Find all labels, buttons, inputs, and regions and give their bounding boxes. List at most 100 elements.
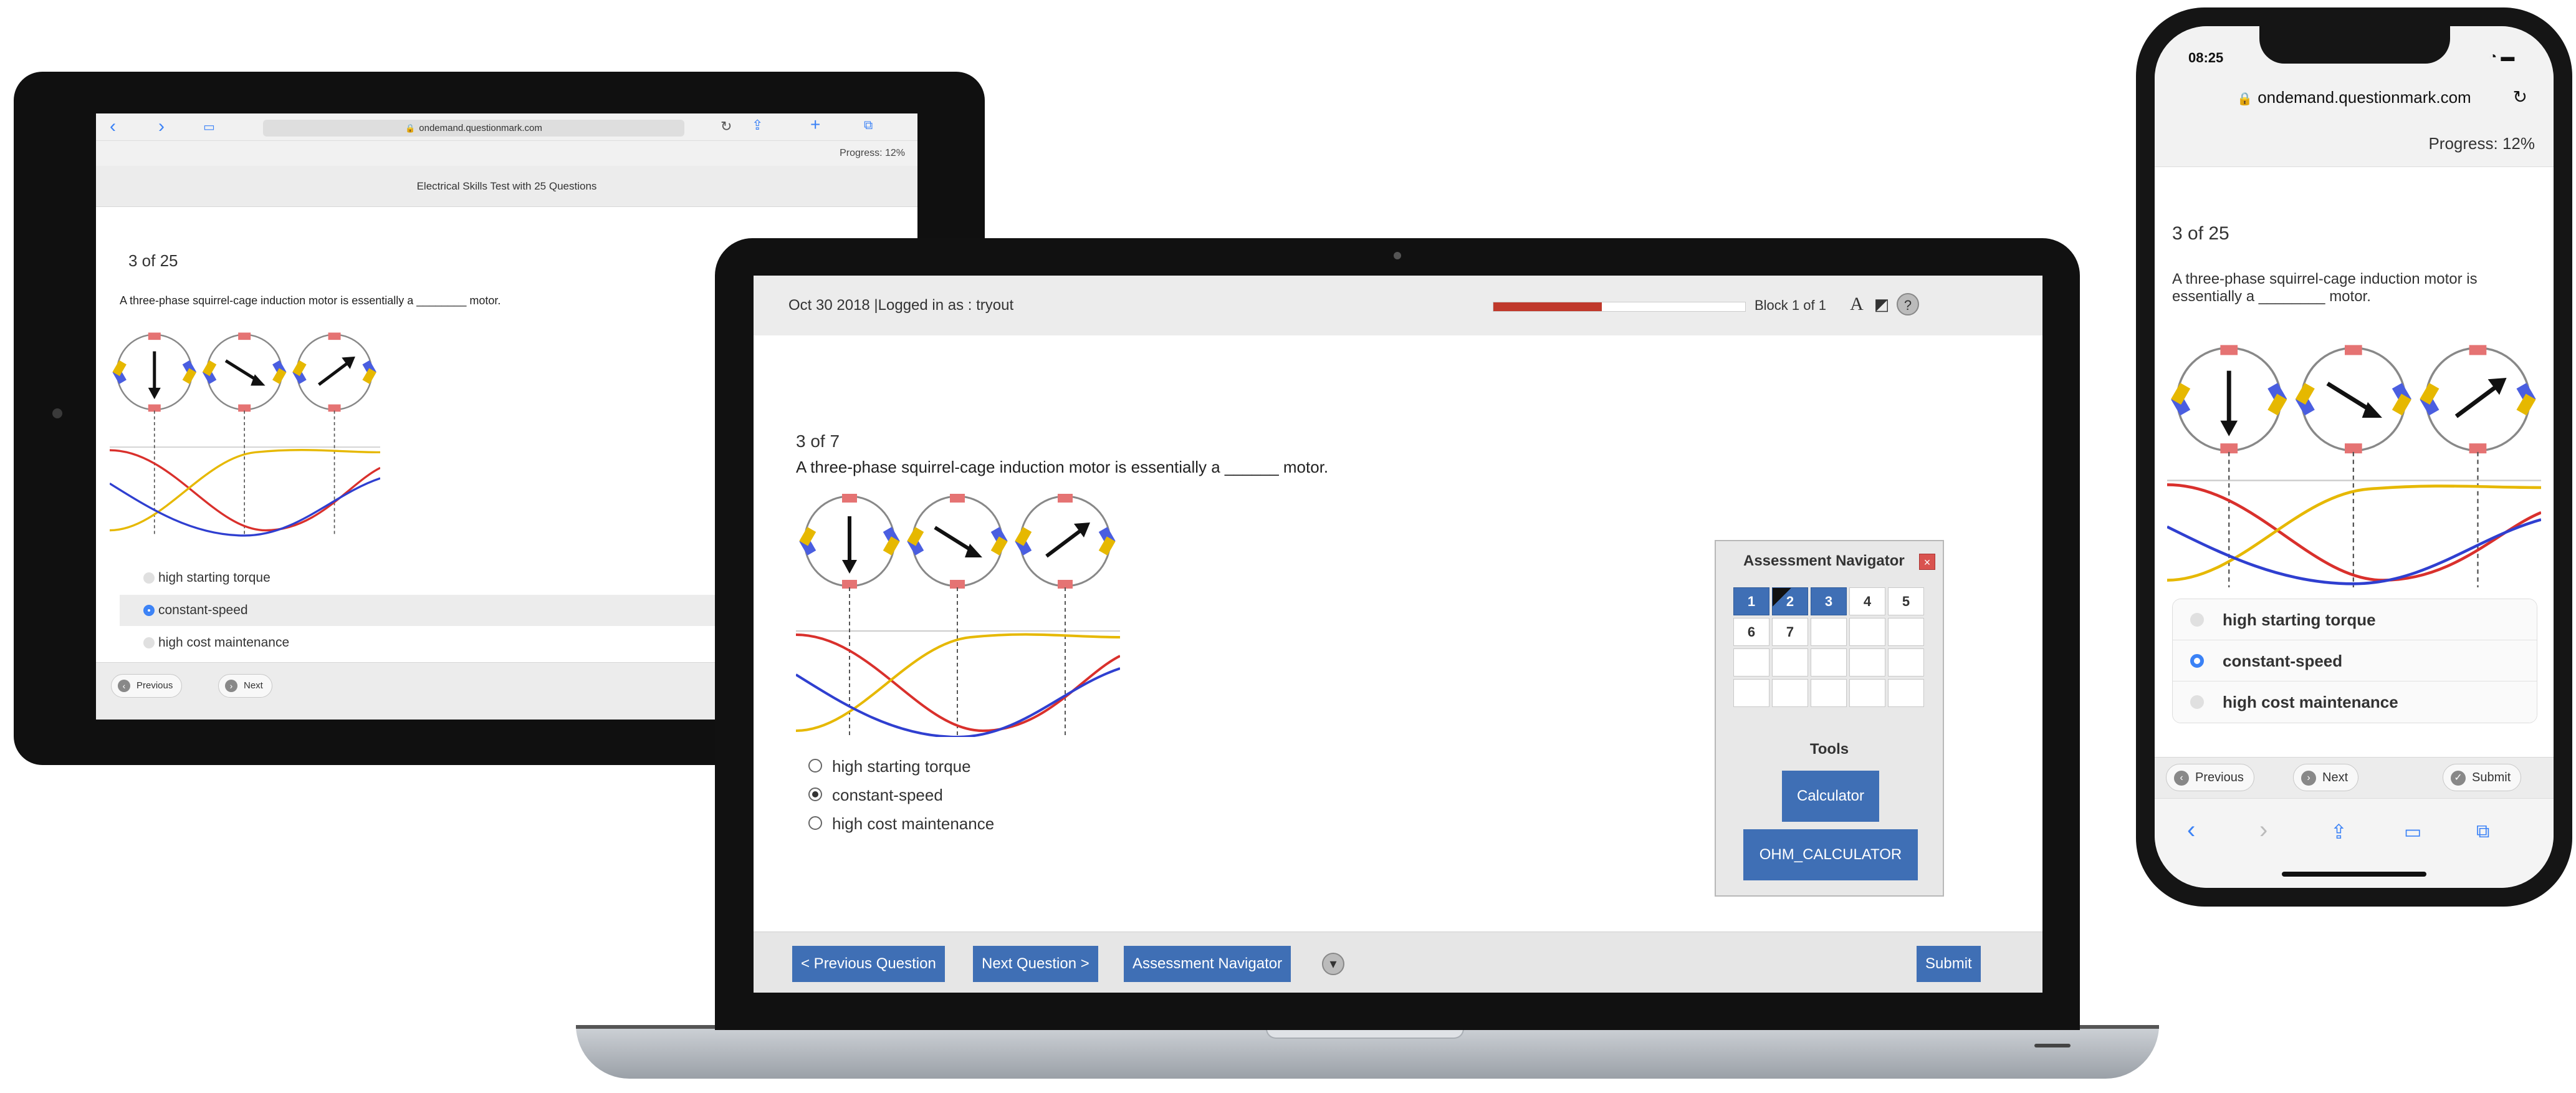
bookmarks-icon[interactable]: ▭ xyxy=(2404,821,2421,843)
tools-label: Tools xyxy=(1809,741,1849,758)
tablet-next-button[interactable]: › Next xyxy=(218,674,272,698)
radio-icon[interactable] xyxy=(2190,695,2204,709)
radio-selected-icon[interactable] xyxy=(143,605,155,616)
radio-icon[interactable] xyxy=(808,816,822,830)
chevron-left-icon: ‹ xyxy=(118,680,130,692)
wifi-icon: ◔ xyxy=(2489,49,2497,64)
tablet-camera xyxy=(52,408,62,418)
navigator-title: Assessment Navigator xyxy=(1743,552,1905,569)
navigator-cell-5[interactable]: 5 xyxy=(1888,587,1924,615)
new-tab-icon[interactable]: + xyxy=(810,115,820,135)
font-size-icon[interactable]: A xyxy=(1846,293,1868,315)
chevron-right-icon: › xyxy=(2301,771,2316,786)
phone-url-text: ondemand.questionmark.com xyxy=(2258,88,2471,107)
chevron-left-icon: ‹ xyxy=(2174,771,2189,786)
laptop-device: Oct 30 2018 |Logged in as : tryout Block… xyxy=(715,238,2080,1030)
calculator-button[interactable]: Calculator xyxy=(1782,771,1879,822)
tablet-question-count: 3 of 25 xyxy=(128,251,178,270)
previous-question-button[interactable]: < Previous Question xyxy=(792,946,945,982)
navigator-cell-4[interactable]: 4 xyxy=(1849,587,1885,615)
tabs-icon[interactable]: ⧉ xyxy=(2476,821,2489,842)
option-label: high starting torque xyxy=(158,571,271,585)
bookmarks-icon[interactable]: ▭ xyxy=(203,119,215,135)
option-2[interactable]: high cost maintenance xyxy=(808,813,994,834)
laptop-screen: Oct 30 2018 |Logged in as : tryout Block… xyxy=(754,276,2042,993)
next-question-button[interactable]: Next Question > xyxy=(973,946,1098,982)
lock-icon: 🔒 xyxy=(2237,92,2253,106)
phone-footer: ‹ Previous › Next ✓ Submit xyxy=(2155,757,2554,798)
phone-question-text: A three-phase squirrel-cage induction mo… xyxy=(2172,271,2478,305)
tabs-icon[interactable]: ⧉ xyxy=(864,118,873,133)
radio-selected-icon[interactable] xyxy=(808,787,822,801)
phone-submit-button[interactable]: ✓ Submit xyxy=(2443,764,2522,791)
radio-selected-icon[interactable] xyxy=(2190,654,2204,668)
navigator-cell-empty xyxy=(1733,679,1769,707)
option-label: constant-speed xyxy=(2223,652,2343,670)
navigator-cell-empty xyxy=(1888,679,1924,707)
phone-question-count: 3 of 25 xyxy=(2172,223,2229,244)
navigator-cell-3[interactable]: 3 xyxy=(1811,587,1847,615)
previous-label: Previous xyxy=(136,680,173,691)
phone-option-0[interactable]: high starting torque xyxy=(2173,599,2537,640)
reload-icon[interactable]: ↻ xyxy=(721,118,732,135)
share-icon[interactable]: ⇪ xyxy=(752,117,763,133)
laptop-motor-diagram xyxy=(796,494,1120,737)
tablet-address-bar[interactable]: 🔒 ondemand.questionmark.com xyxy=(263,120,684,137)
laptop-header: Oct 30 2018 |Logged in as : tryout Block… xyxy=(754,276,2042,335)
assessment-navigator-button[interactable]: Assessment Navigator xyxy=(1124,946,1291,982)
navigator-cell-empty xyxy=(1811,679,1847,707)
tablet-previous-button[interactable]: ‹ Previous xyxy=(111,674,183,698)
navigator-cell-2[interactable]: 2 xyxy=(1772,587,1808,615)
phone-notch xyxy=(2259,26,2450,64)
share-icon[interactable]: ⇪ xyxy=(2330,820,2347,844)
navigator-cell-empty xyxy=(1849,648,1885,677)
radio-icon[interactable] xyxy=(143,572,155,584)
motor-phase-figure xyxy=(110,332,380,537)
back-icon[interactable]: ‹ xyxy=(110,116,116,137)
radio-icon[interactable] xyxy=(808,759,822,773)
next-label: Next xyxy=(244,680,263,691)
contrast-icon[interactable]: ◩ xyxy=(1870,293,1893,315)
phone-progress-label: Progress: 12% xyxy=(2155,120,2554,167)
navigator-cell-empty xyxy=(1888,618,1924,646)
option-0[interactable]: high starting torque xyxy=(808,756,971,777)
navigator-cell-empty xyxy=(1811,618,1847,646)
phone-option-2[interactable]: high cost maintenance xyxy=(2173,681,2537,723)
chevron-right-icon: › xyxy=(225,680,237,692)
phone-next-button[interactable]: › Next xyxy=(2293,764,2359,791)
help-icon[interactable]: ? xyxy=(1897,293,1919,315)
filter-icon[interactable]: ▾ xyxy=(1322,953,1344,975)
navigator-cell-6[interactable]: 6 xyxy=(1733,618,1769,646)
navigator-cell-7[interactable]: 7 xyxy=(1772,618,1808,646)
lock-icon: 🔒 xyxy=(405,123,416,133)
radio-icon[interactable] xyxy=(2190,613,2204,627)
tablet-progress-label: Progress: 12% xyxy=(96,141,917,166)
phone-address-bar[interactable]: 🔒 ondemand.questionmark.com ↻ xyxy=(2178,81,2530,113)
phone-option-1[interactable]: constant-speed xyxy=(2173,640,2537,681)
reload-icon[interactable]: ↻ xyxy=(2513,81,2527,113)
check-icon: ✓ xyxy=(2451,771,2466,786)
navigator-cell-empty xyxy=(1849,679,1885,707)
radio-icon[interactable] xyxy=(143,637,155,648)
phone-previous-button[interactable]: ‹ Previous xyxy=(2166,764,2254,791)
option-1[interactable]: constant-speed xyxy=(808,784,943,806)
option-label: high starting torque xyxy=(832,757,971,776)
tablet-browser-bar: ‹ › ▭ 🔒 ondemand.questionmark.com ↻ ⇪ + ⧉ xyxy=(96,113,917,141)
navigator-cell-1[interactable]: 1 xyxy=(1733,587,1769,615)
phone-motor-diagram xyxy=(2167,345,2541,587)
option-label: high cost maintenance xyxy=(2223,693,2398,711)
ohm-calculator-button[interactable]: OHM_CALCULATOR xyxy=(1743,829,1918,880)
header-info: Oct 30 2018 |Logged in as : tryout xyxy=(788,297,1014,314)
navigator-cell-empty xyxy=(1772,648,1808,677)
phone-screen: 🔒 ondemand.questionmark.com ↻ 08:25 ◔ ▬ Pr… xyxy=(2155,26,2554,888)
next-label: Next xyxy=(2322,771,2349,784)
forward-icon[interactable]: › xyxy=(158,116,165,137)
back-icon[interactable]: ‹ xyxy=(2187,816,2195,844)
assessment-navigator-panel: Assessment Navigator × 12345 67 Tools Cal… xyxy=(1715,540,1944,897)
progress-fill xyxy=(1493,302,1602,311)
forward-icon[interactable]: › xyxy=(2259,816,2267,844)
status-icons: ◔ ▬ xyxy=(2489,49,2514,65)
navigator-cell-empty xyxy=(1888,648,1924,677)
close-icon[interactable]: × xyxy=(1919,554,1935,570)
submit-button[interactable]: Submit xyxy=(1917,946,1981,982)
